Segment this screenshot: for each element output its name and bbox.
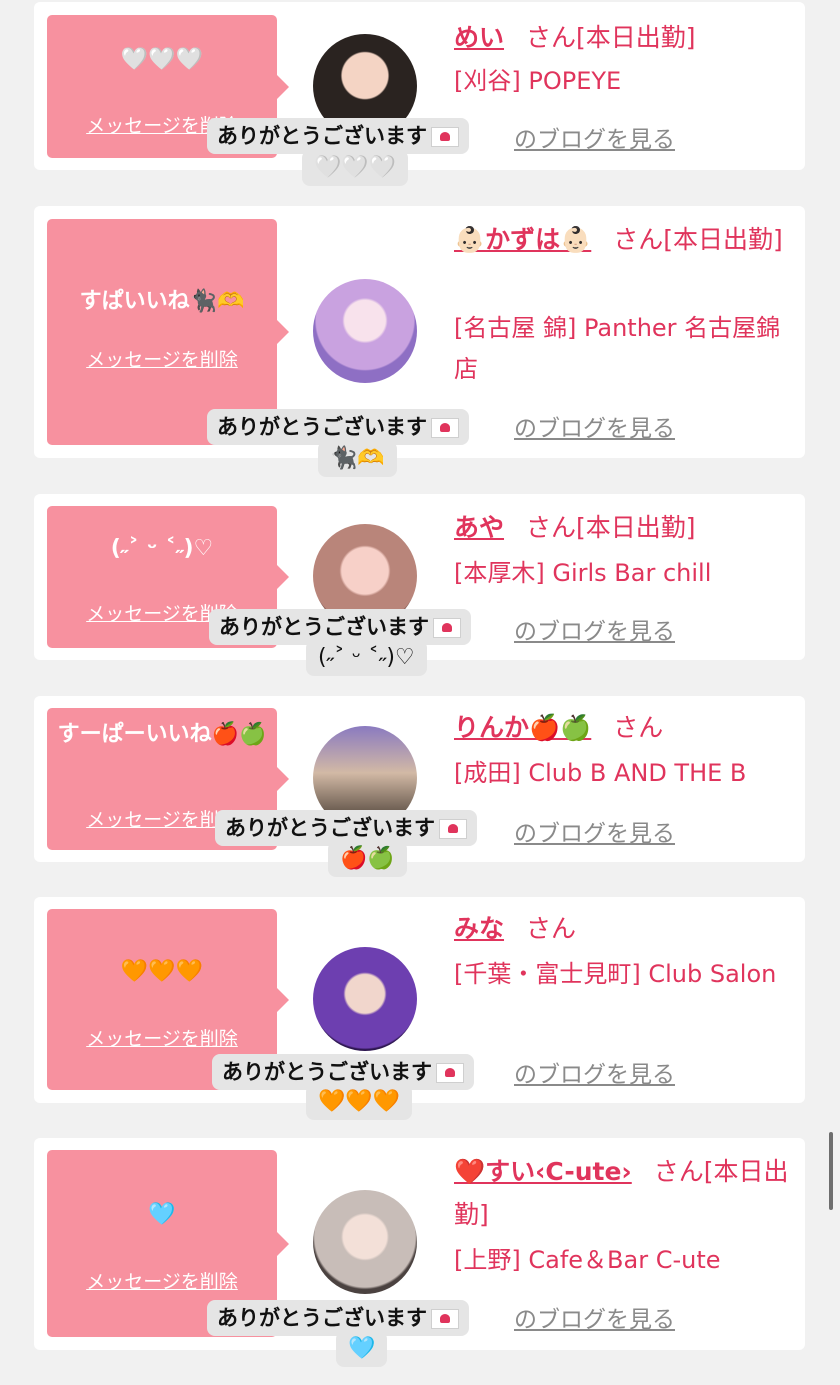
name-line: めい さん[本日出勤]	[454, 16, 799, 59]
reply-emoji: 🐈‍⬛🫶	[318, 441, 397, 477]
view-blog-link[interactable]: のブログを見る	[514, 1300, 675, 1334]
envelope-icon	[431, 1309, 459, 1329]
reply-text: ありがとうございます	[217, 124, 427, 148]
avatar[interactable]	[313, 279, 417, 383]
scrollbar[interactable]	[829, 1132, 833, 1210]
shop-link[interactable]: [本厚木] Girls Bar chill	[454, 553, 799, 594]
reply-text: ありがとうございます	[219, 615, 429, 639]
reply-emoji: 🍎🍏	[328, 841, 407, 877]
view-blog-link[interactable]: のブログを見る	[514, 814, 675, 848]
reply-message: ありがとうございます	[207, 409, 469, 445]
delete-message-link[interactable]: メッセージを削除	[47, 1024, 277, 1051]
cast-name-link[interactable]: みな	[454, 914, 504, 943]
reply-message: ありがとうございます	[207, 1300, 469, 1336]
shop-link[interactable]: [刈谷] POPEYE	[454, 61, 799, 102]
name-line: ❤️すい‹C-ute› さん[本日出勤]	[454, 1150, 799, 1236]
view-blog-link[interactable]: のブログを見る	[514, 1055, 675, 1089]
status-text: さん[本日出勤]	[526, 513, 696, 542]
avatar[interactable]	[313, 1190, 417, 1294]
reply-text: ありがとうございます	[217, 415, 427, 439]
envelope-icon	[439, 819, 467, 839]
envelope-icon	[436, 1063, 464, 1083]
delete-message-link[interactable]: メッセージを削除	[47, 1267, 277, 1294]
reply-emoji: 🤍🤍🤍	[302, 150, 409, 186]
shop-link[interactable]: [千葉・富士見町] Club Salon	[454, 954, 799, 995]
cast-name-link[interactable]: めい	[454, 23, 504, 52]
shop-link[interactable]: [名古屋 錦] Panther 名古屋錦店	[454, 308, 799, 390]
delete-message-link[interactable]: メッセージを削除	[47, 345, 277, 372]
shop-link[interactable]: [成田] Club B AND THE B	[454, 753, 799, 794]
view-blog-link[interactable]: のブログを見る	[514, 409, 675, 443]
status-text: さん[本日出勤]	[526, 23, 696, 52]
reply-emoji: (˶˃ ᵕ ˂˶)♡	[306, 640, 427, 676]
shop-link[interactable]: [上野] Cafe＆Bar C-ute	[454, 1240, 799, 1281]
reply-message: ありがとうございます	[207, 118, 469, 154]
name-line: あや さん[本日出勤]	[454, 506, 799, 549]
message-text: すぱいいね🐈‍⬛🫶	[79, 289, 245, 314]
message-text: 🩵	[148, 1202, 176, 1227]
reply-text: ありがとうございます	[217, 1306, 427, 1330]
status-text: さん[本日出勤]	[613, 225, 783, 254]
view-blog-link[interactable]: のブログを見る	[514, 120, 675, 154]
cast-name-link[interactable]: 👶🏻かずは👶🏻	[454, 225, 591, 254]
message-text: 🤍🤍🤍	[120, 47, 204, 72]
reply-text: ありがとうございます	[225, 816, 435, 840]
name-line: 👶🏻かずは👶🏻 さん[本日出勤]	[454, 218, 799, 261]
reply-emoji: 🩵	[336, 1331, 388, 1367]
avatar[interactable]	[313, 947, 417, 1051]
status-text: さん	[613, 713, 664, 742]
envelope-icon	[433, 618, 461, 638]
message-text: すーぱーいいね🍎🍏	[57, 722, 267, 747]
message-text: 🧡🧡🧡	[120, 959, 204, 984]
message-text: (˶˃ ᵕ ˂˶)♡	[110, 536, 214, 561]
name-line: りんか🍎🍏 さん	[454, 706, 799, 749]
reply-text: ありがとうございます	[222, 1060, 432, 1084]
cast-name-link[interactable]: りんか🍎🍏	[454, 713, 591, 742]
cast-name-link[interactable]: ❤️すい‹C-ute›	[454, 1157, 632, 1186]
envelope-icon	[431, 127, 459, 147]
cast-name-link[interactable]: あや	[454, 513, 504, 542]
reply-emoji: 🧡🧡🧡	[306, 1084, 413, 1120]
view-blog-link[interactable]: のブログを見る	[514, 612, 675, 646]
status-text: さん	[526, 914, 577, 943]
envelope-icon	[431, 418, 459, 438]
name-line: みな さん	[454, 907, 799, 950]
